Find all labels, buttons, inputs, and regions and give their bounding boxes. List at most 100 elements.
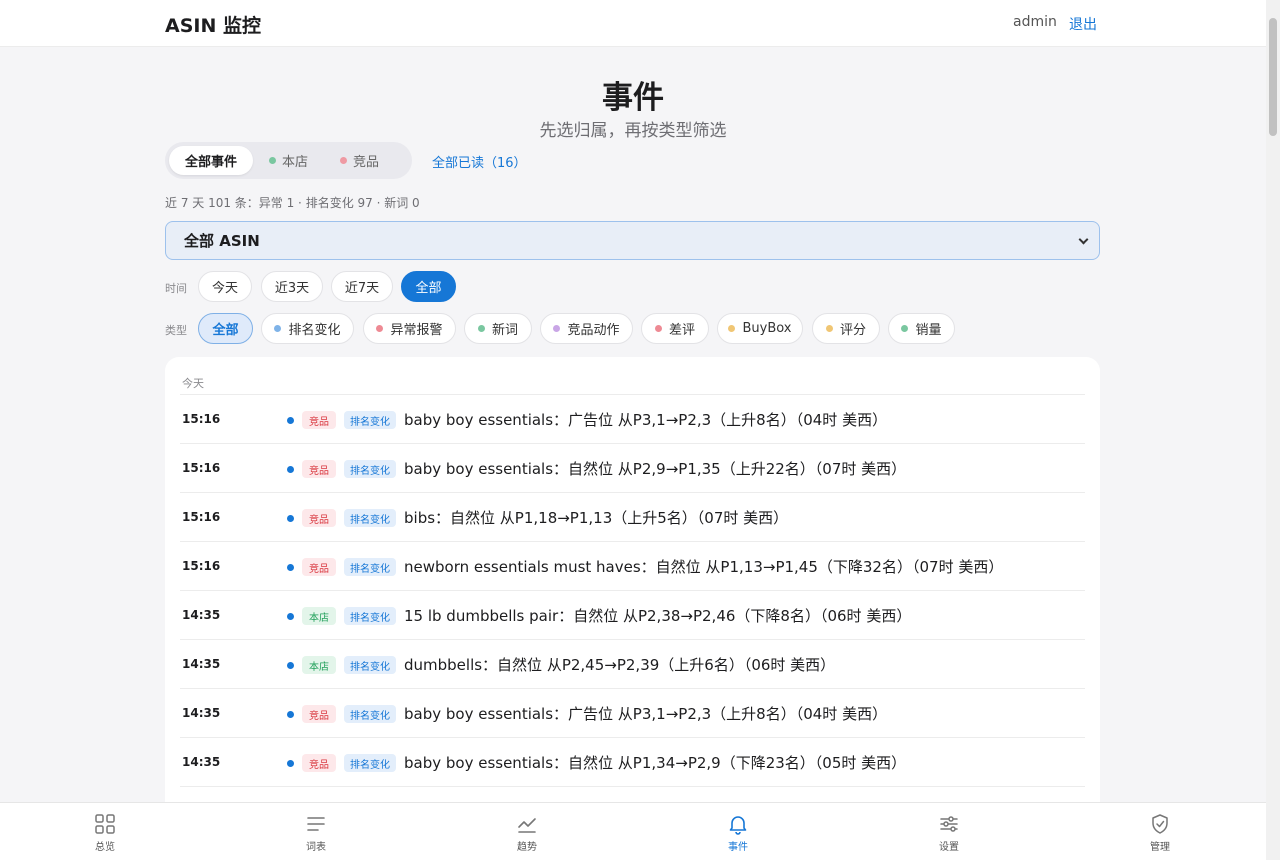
trend-icon	[518, 818, 536, 833]
rank-dot-icon	[274, 325, 282, 332]
unread-dot-icon	[287, 711, 294, 718]
type-chip-alert[interactable]: 异常报警	[363, 313, 456, 344]
asin-select-value: 全部 ASIN	[184, 232, 260, 250]
chevron-down-icon	[1078, 234, 1089, 245]
rating-dot-icon	[825, 325, 833, 332]
nav-label: 总览	[95, 842, 115, 853]
scope-tabs: 全部事件 本店 竞品	[165, 142, 412, 179]
unread-dot-icon	[287, 564, 294, 571]
tab-label: 本店	[282, 155, 309, 170]
time-chip-all[interactable]: 全部	[401, 271, 456, 302]
event-time: 15:16	[182, 510, 221, 524]
logout-link[interactable]: 退出	[1069, 14, 1097, 34]
event-row[interactable]: 14:35 竞品 排名变化 baby boy essentials：广告位 从P…	[180, 689, 1085, 738]
tab-all-events[interactable]: 全部事件	[169, 146, 254, 175]
negative-review-dot-icon	[654, 325, 662, 332]
event-row[interactable]: 15:16 竞品 排名变化 bibs：自然位 从P1,18→P1,13（上升5名…	[180, 493, 1085, 542]
time-chip-7days[interactable]: 近7天	[331, 271, 393, 302]
page-scrollbar[interactable]	[1266, 0, 1280, 860]
type-chip-new-keyword[interactable]: 新词	[464, 313, 532, 344]
app-brand: ASIN 监控	[165, 15, 261, 37]
tab-label: 全部事件	[185, 155, 238, 170]
event-summary: 近 7 天 101 条：异常 1 · 排名变化 97 · 新词 0	[165, 196, 420, 210]
nav-label: 设置	[939, 842, 959, 853]
sales-dot-icon	[901, 325, 909, 332]
event-text: dumbbells：自然位 从P2,45→P2,39（上升6名）（06时 美西）	[404, 656, 836, 674]
scope-badge: 竞品	[302, 705, 336, 723]
chip-label: 评分	[839, 323, 866, 338]
type-badge: 排名变化	[344, 656, 396, 674]
nav-events[interactable]: 事件	[708, 803, 768, 860]
time-chip-today[interactable]: 今天	[198, 271, 252, 302]
type-chip-rating[interactable]: 评分	[812, 313, 880, 344]
type-chip-buybox[interactable]: BuyBox	[717, 313, 803, 344]
new-keyword-dot-icon	[477, 325, 485, 332]
grid-icon	[95, 814, 115, 834]
scope-badge: 竞品	[302, 558, 336, 576]
shield-icon	[1152, 814, 1168, 834]
event-row[interactable]: 14:35 本店 排名变化 dumbbells：自然位 从P2,45→P2,39…	[180, 640, 1085, 689]
event-text: 15 lb dumbbells pair：自然位 从P2,38→P2,46（下降…	[404, 607, 912, 625]
event-row[interactable]: 15:16 竞品 排名变化 baby boy essentials：自然位 从P…	[180, 444, 1085, 493]
event-row[interactable]: 14:35 竞品 排名变化 baby boy essentials：自然位 从P…	[180, 738, 1085, 787]
time-chip-3days[interactable]: 近3天	[261, 271, 323, 302]
chip-label: 今天	[211, 281, 238, 296]
unread-dot-icon	[287, 515, 294, 522]
type-chip-sales[interactable]: 销量	[888, 313, 955, 344]
event-time: 14:35	[182, 755, 221, 769]
event-row[interactable]: 15:16 竞品 排名变化 baby boy essentials：广告位 从P…	[180, 395, 1085, 444]
tab-competitor[interactable]: 竞品	[324, 146, 395, 175]
bell-icon	[729, 816, 747, 835]
chip-label: 近7天	[344, 281, 380, 296]
nav-label: 事件	[728, 842, 748, 853]
bottom-nav: 总览 词表 趋势 事件 设置 管理	[0, 802, 1266, 860]
mark-all-read-button[interactable]: 全部已读（16）	[432, 152, 527, 171]
type-chip-negative-review[interactable]: 差评	[641, 313, 709, 344]
event-text: baby boy essentials：自然位 从P1,34→P2,9（下降23…	[404, 754, 907, 772]
unread-dot-icon	[287, 760, 294, 767]
event-time: 15:16	[182, 559, 221, 573]
alert-dot-icon	[376, 325, 384, 332]
event-text: bibs：自然位 从P1,18→P1,13（上升5名）（07时 美西）	[404, 509, 789, 527]
scope-badge: 本店	[302, 656, 336, 674]
nav-settings[interactable]: 设置	[919, 803, 979, 860]
competitor-action-dot-icon	[553, 325, 561, 332]
nav-keywords[interactable]: 词表	[286, 803, 346, 860]
tab-label: 竞品	[353, 155, 380, 170]
buybox-dot-icon	[728, 325, 736, 332]
type-chip-rank-change[interactable]: 排名变化	[261, 313, 354, 344]
event-text: baby boy essentials：广告位 从P3,1→P2,3（上升8名）…	[404, 411, 888, 429]
type-badge: 排名变化	[344, 754, 396, 772]
top-bar: ASIN 监控 admin 退出	[0, 0, 1266, 47]
own-store-dot-icon	[269, 157, 277, 164]
scope-badge: 本店	[302, 607, 336, 625]
event-time: 14:35	[182, 657, 221, 671]
scope-badge: 竞品	[302, 411, 336, 429]
unread-dot-icon	[287, 613, 294, 620]
type-badge: 排名变化	[344, 509, 396, 527]
asin-select[interactable]: 全部 ASIN	[165, 221, 1100, 260]
scrollbar-thumb[interactable]	[1269, 18, 1277, 136]
nav-admin[interactable]: 管理	[1130, 803, 1190, 860]
event-time: 15:16	[182, 461, 221, 475]
chip-label: 排名变化	[288, 323, 341, 338]
type-badge: 排名变化	[344, 607, 396, 625]
type-badge: 排名变化	[344, 558, 396, 576]
username: admin	[1013, 14, 1057, 30]
event-row[interactable]: 15:16 竞品 排名变化 newborn essentials must ha…	[180, 542, 1085, 591]
type-chip-all[interactable]: 全部	[198, 313, 253, 344]
event-row[interactable]: 14:35 本店 排名变化 15 lb dumbbells pair：自然位 从…	[180, 591, 1085, 640]
nav-trends[interactable]: 趋势	[497, 803, 557, 860]
time-filter-label: 时间	[165, 282, 187, 295]
type-badge: 排名变化	[344, 460, 396, 478]
chip-label: 近3天	[274, 281, 310, 296]
type-badge: 排名变化	[344, 705, 396, 723]
scope-badge: 竞品	[302, 754, 336, 772]
type-chip-competitor-action[interactable]: 竞品动作	[540, 313, 633, 344]
tab-own-store[interactable]: 本店	[253, 146, 324, 175]
nav-overview[interactable]: 总览	[75, 803, 135, 860]
event-text: baby boy essentials：广告位 从P3,1→P2,3（上升8名）…	[404, 705, 888, 723]
group-label-today: 今天	[182, 377, 204, 390]
page-title: 事件	[602, 80, 664, 116]
type-badge: 排名变化	[344, 411, 396, 429]
